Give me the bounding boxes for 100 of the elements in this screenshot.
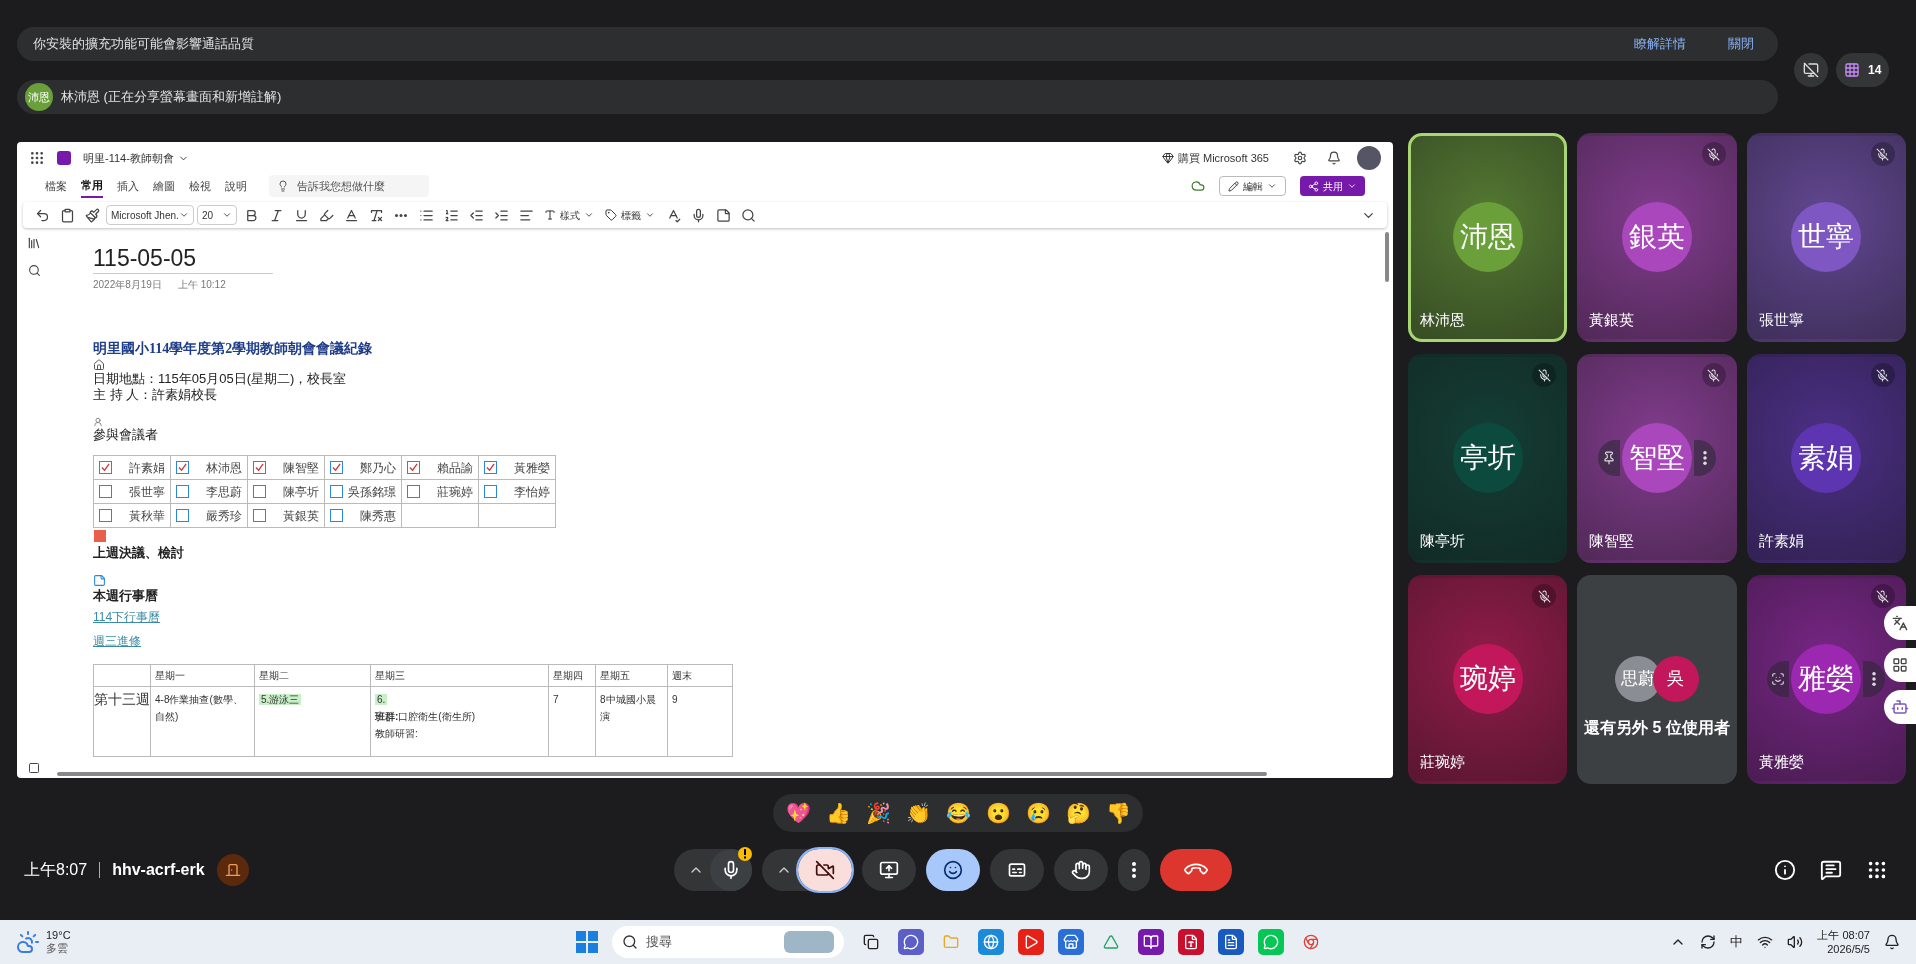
reaction-emoji[interactable]: 💖 xyxy=(781,796,815,830)
attendee-checkbox[interactable] xyxy=(253,509,266,522)
note-icon xyxy=(93,574,106,587)
participant-tile[interactable]: 銀英 黃銀英 xyxy=(1577,133,1737,342)
font-color-icon xyxy=(343,207,359,223)
taskbar-search-input[interactable]: 搜尋 xyxy=(646,932,766,952)
info-line: 主 持 人：許素娟校長 xyxy=(93,387,219,403)
attendee-checkbox[interactable] xyxy=(176,509,189,522)
reaction-emoji[interactable]: 😮 xyxy=(981,796,1015,830)
notice-action[interactable]: 瞭解詳情 xyxy=(1634,34,1686,54)
attendee-checkbox[interactable] xyxy=(99,461,112,474)
play-button[interactable] xyxy=(1018,929,1044,955)
attendee-checkbox[interactable] xyxy=(330,509,343,522)
video-chat-button[interactable] xyxy=(898,929,924,955)
tell-me-input[interactable]: 告訴我您想做什麼 xyxy=(297,177,417,195)
attendee-checkbox[interactable] xyxy=(99,485,112,498)
present-button[interactable] xyxy=(862,849,916,891)
reaction-emoji[interactable]: 👎 xyxy=(1101,796,1135,830)
face-frame-button[interactable] xyxy=(1767,661,1790,698)
font-dropdown[interactable]: Microsoft Jhen. xyxy=(106,205,194,225)
ribbon-tab[interactable]: 檢視 xyxy=(189,174,211,198)
ribbon-tab[interactable]: 繪圖 xyxy=(153,174,175,198)
start-icon[interactable] xyxy=(576,931,598,953)
store-button[interactable] xyxy=(1058,929,1084,955)
mic-button[interactable] xyxy=(710,849,752,891)
captions-button[interactable] xyxy=(990,849,1044,891)
attendee-checkbox[interactable] xyxy=(99,509,112,522)
reactions-button[interactable] xyxy=(926,849,980,891)
styles-button[interactable]: 樣式 xyxy=(540,205,598,225)
attendee-checkbox[interactable] xyxy=(253,485,266,498)
host-controls-button[interactable] xyxy=(216,854,249,886)
notice-action[interactable]: 關閉 xyxy=(1728,34,1754,54)
participant-tile[interactable]: 雅嫈 黃雅嫈 xyxy=(1746,575,1906,784)
reaction-emoji[interactable]: 😢 xyxy=(1021,796,1055,830)
vertical-scrollbar[interactable] xyxy=(1385,232,1389,282)
page-link[interactable]: 114下行事曆 xyxy=(93,610,161,624)
smiley-icon xyxy=(943,860,963,880)
tags-button[interactable]: 標籤 xyxy=(601,205,659,225)
participant-tile[interactable]: 素娟 許素娟 xyxy=(1746,354,1906,563)
participant-tile[interactable]: 沛恩 林沛恩 xyxy=(1408,133,1568,342)
ribbon-tab[interactable]: 插入 xyxy=(117,174,139,198)
participant-tile[interactable]: 智堅 陳智堅 xyxy=(1577,354,1737,563)
reaction-emoji[interactable]: 🎉 xyxy=(861,796,895,830)
person-list-icon xyxy=(93,417,103,427)
ribbon-tab[interactable]: 常用 xyxy=(81,174,103,198)
document-button[interactable] xyxy=(1218,929,1244,955)
sync-icon xyxy=(1700,934,1717,950)
screen-share-off-button[interactable] xyxy=(1794,53,1828,87)
buy-link[interactable]: 購買 Microsoft 365 xyxy=(1161,149,1269,167)
avatar[interactable] xyxy=(1357,146,1381,170)
calendar-entry: 班群:口腔衛生(衛生所) xyxy=(375,711,475,722)
highlighter-icon xyxy=(318,207,334,223)
more-icon xyxy=(1872,672,1877,687)
reaction-emoji[interactable]: 🤔 xyxy=(1061,796,1095,830)
pin-button[interactable] xyxy=(1598,440,1620,477)
presenter-avatar: 沛恩 xyxy=(25,83,53,111)
input-method[interactable]: 中 xyxy=(1730,932,1744,952)
pdf-button[interactable] xyxy=(1178,929,1204,955)
attendee-checkbox[interactable] xyxy=(407,485,420,498)
more-options-button[interactable] xyxy=(1863,661,1886,698)
participant-tile[interactable]: 亭圻 陳亭圻 xyxy=(1408,354,1568,563)
pin-icon xyxy=(1602,451,1616,466)
attendee-checkbox[interactable] xyxy=(330,461,343,474)
share-button[interactable]: 共用 xyxy=(1300,176,1365,196)
settings-icon xyxy=(1293,151,1307,165)
reaction-emoji[interactable]: 👏 xyxy=(901,796,935,830)
leave-call-button[interactable] xyxy=(1160,849,1232,891)
horizontal-scrollbar[interactable] xyxy=(57,772,1267,776)
others-tile[interactable]: 思蔚 吳 還有另外 5 位使用者 xyxy=(1577,575,1737,784)
notebook-icon xyxy=(1143,934,1159,950)
ribbon-tab[interactable]: 檔案 xyxy=(45,174,67,198)
attendee-checkbox[interactable] xyxy=(484,461,497,474)
page-icon xyxy=(28,762,40,774)
tell-me-field[interactable]: 告訴我您想做什麼 xyxy=(269,175,429,197)
font-size-dropdown[interactable]: 20 xyxy=(197,205,237,225)
reaction-emoji[interactable]: 😂 xyxy=(941,796,975,830)
participants-button[interactable]: 14 xyxy=(1836,53,1890,87)
camera-button[interactable] xyxy=(798,849,852,891)
more-options-button[interactable] xyxy=(1118,849,1150,891)
participant-tile[interactable]: 世寧 張世寧 xyxy=(1746,133,1906,342)
notebook-button[interactable] xyxy=(1138,929,1164,955)
robot-icon xyxy=(1891,698,1909,716)
attendee-checkbox[interactable] xyxy=(176,461,189,474)
attendee-checkbox[interactable] xyxy=(176,485,189,498)
edit-button[interactable]: 編輯 xyxy=(1219,176,1286,196)
attendee-checkbox[interactable] xyxy=(253,461,266,474)
taskbar-search-field[interactable]: 搜尋 xyxy=(612,926,844,958)
reaction-emoji[interactable]: 👍 xyxy=(821,796,855,830)
ribbon-tab[interactable]: 說明 xyxy=(225,174,247,198)
attendee-checkbox[interactable] xyxy=(330,485,343,498)
page-link[interactable]: 週三進修 xyxy=(93,634,141,648)
attendee-checkbox[interactable] xyxy=(484,485,497,498)
hand-button[interactable] xyxy=(1054,849,1108,891)
attendee-checkbox[interactable] xyxy=(407,461,420,474)
participant-tile[interactable]: 琬婷 莊琬婷 xyxy=(1408,575,1568,784)
search-icon xyxy=(740,207,756,223)
globe-button[interactable] xyxy=(978,929,1004,955)
more-options-button[interactable] xyxy=(1694,440,1716,477)
notebook-title[interactable]: 明里-114-教師朝會 xyxy=(83,149,189,167)
face-frame-icon xyxy=(1771,672,1786,687)
